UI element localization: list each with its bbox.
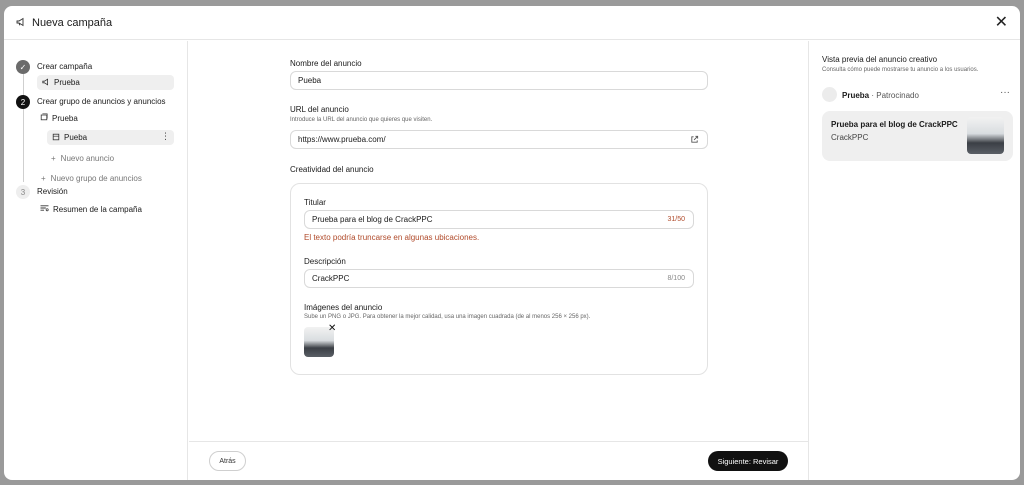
ad-group-icon	[40, 113, 48, 123]
avatar	[822, 87, 837, 102]
ad-url-value: https://www.prueba.com/	[298, 135, 386, 144]
summary-icon	[40, 204, 49, 214]
add-ad-group-button[interactable]: + Nuevo grupo de anuncios	[41, 172, 142, 184]
ad-url-help: Introduce la URL del anuncio que quieres…	[290, 117, 433, 123]
images-label: Imágenes del anuncio	[304, 303, 383, 312]
description-counter: 8/100	[667, 275, 685, 282]
sidebar-item-campaign[interactable]: Prueba	[37, 75, 174, 90]
sidebar-item-summary[interactable]: Resumen de la campaña	[40, 203, 142, 215]
description-label: Descripción	[304, 257, 346, 266]
add-ad-group-label: Nuevo grupo de anuncios	[50, 173, 142, 183]
step-3-label[interactable]: Revisión	[37, 187, 68, 196]
ad-url-label: URL del anuncio	[290, 105, 349, 114]
step-1-label[interactable]: Crear campaña	[37, 62, 92, 71]
megaphone-icon	[42, 77, 50, 88]
modal-title: Nueva campaña	[32, 16, 113, 29]
preview-panel: Vista previa del anuncio creativo Consul…	[808, 41, 1020, 480]
sidebar-item-ad-group[interactable]: Prueba	[40, 112, 78, 124]
back-button[interactable]: Atrás	[209, 451, 246, 471]
headline-counter: 31/50	[667, 216, 685, 223]
add-ad-button[interactable]: + Nuevo anuncio	[51, 152, 114, 164]
remove-image-icon[interactable]: ✕	[328, 323, 336, 334]
preview-account: Prueba	[842, 91, 870, 100]
headline-label: Titular	[304, 198, 326, 207]
headline-value: Prueba para el blog de CrackPPC	[312, 215, 433, 224]
preview-title: Vista previa del anuncio creativo	[822, 55, 938, 64]
step-complete-check-icon: ✓	[16, 60, 30, 74]
description-input[interactable]: CrackPPC 8/100	[304, 269, 694, 288]
preview-description: CrackPPC	[831, 133, 869, 142]
creative-section-title: Creatividad del anuncio	[290, 165, 374, 174]
sidebar-item-label: Resumen de la campaña	[53, 204, 142, 214]
images-help: Sube un PNG o JPG. Para obtener la mejor…	[304, 314, 591, 320]
external-link-icon[interactable]	[690, 135, 699, 146]
sidebar-item-ad[interactable]: Pueba ⋮	[47, 130, 174, 145]
preview-image	[967, 117, 1004, 154]
sidebar-item-label: Prueba	[54, 78, 80, 87]
plus-icon: +	[41, 173, 46, 183]
ad-form: Nombre del anuncio Pueba URL del anuncio…	[189, 41, 808, 441]
new-campaign-modal: Nueva campaña ✕ ✓ Crear campaña Prueba 2…	[4, 6, 1020, 480]
ad-name-input[interactable]: Pueba	[290, 71, 708, 90]
modal-header: Nueva campaña ✕	[4, 6, 1020, 40]
description-value: CrackPPC	[312, 274, 350, 283]
preview-headline: Prueba para el blog de CrackPPC	[831, 120, 958, 129]
sidebar-item-label: Pueba	[64, 133, 88, 142]
modal-footer: Atrás Siguiente: Revisar	[189, 441, 808, 480]
close-icon[interactable]: ✕	[995, 15, 1008, 31]
more-horizontal-icon[interactable]: ···	[1000, 87, 1010, 98]
next-review-button[interactable]: Siguiente: Revisar	[708, 451, 788, 471]
stepper-sidebar: ✓ Crear campaña Prueba 2 Crear grupo de …	[4, 41, 188, 480]
headline-warning: El texto podría truncarse en algunas ubi…	[304, 233, 480, 242]
add-ad-label: Nuevo anuncio	[60, 153, 115, 163]
step-2-number: 2	[16, 95, 30, 109]
headline-input[interactable]: Prueba para el blog de CrackPPC 31/50	[304, 210, 694, 229]
more-vertical-icon[interactable]: ⋮	[161, 131, 170, 142]
megaphone-icon	[16, 14, 26, 32]
creative-card: Titular Prueba para el blog de CrackPPC …	[290, 183, 708, 375]
preview-account-line: Prueba · Patrocinado	[842, 91, 919, 100]
stepper-line	[23, 109, 24, 182]
step-3-number: 3	[16, 185, 30, 199]
preview-sponsored: · Patrocinado	[871, 91, 919, 100]
plus-icon: +	[51, 153, 56, 163]
step-2-label[interactable]: Crear grupo de anuncios y anuncios	[37, 97, 166, 106]
stepper-line	[23, 74, 24, 97]
sidebar-item-label: Prueba	[52, 113, 78, 123]
preview-ad-card: Prueba para el blog de CrackPPC CrackPPC	[822, 111, 1013, 161]
ad-icon	[52, 133, 60, 143]
ad-url-input[interactable]: https://www.prueba.com/	[290, 130, 708, 149]
ad-name-value: Pueba	[298, 76, 322, 85]
ad-name-label: Nombre del anuncio	[290, 59, 362, 68]
preview-subtitle: Consulta cómo puede mostrarse tu anuncio…	[822, 67, 979, 73]
